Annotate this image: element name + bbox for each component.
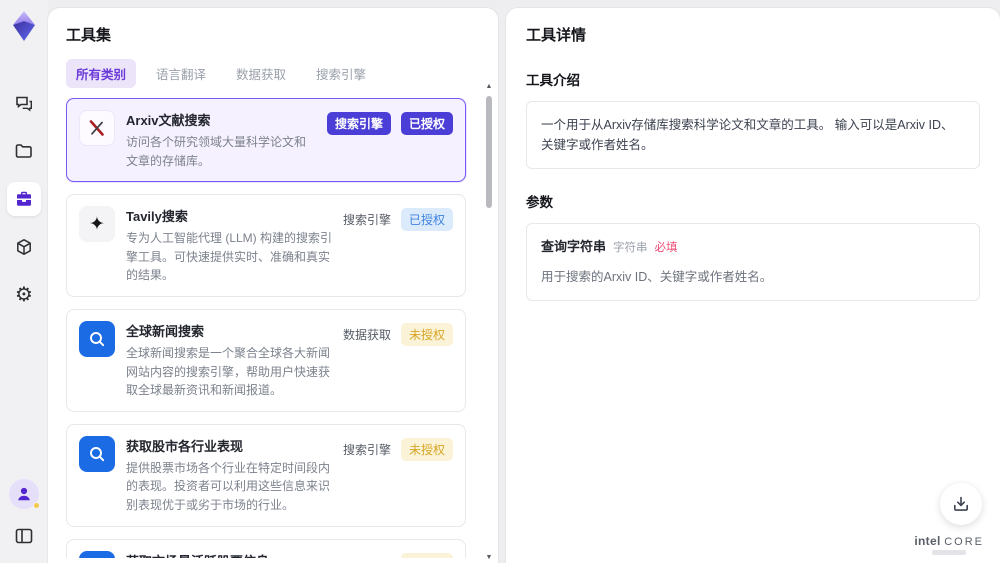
user-avatar[interactable] (9, 479, 40, 509)
category-label: 数据获取 (342, 327, 391, 342)
tool-desc: 提供股票市场各个行业在特定时间段内的表现。投资者可以利用这些信息来识别表现优于或… (126, 460, 331, 512)
tab-search-engine[interactable]: 搜索引擎 (306, 59, 376, 88)
category-badge: 搜索引擎 (326, 112, 391, 135)
download-button[interactable] (940, 483, 982, 525)
cube-icon (14, 237, 34, 257)
sidebar-item-tools[interactable] (7, 182, 41, 216)
scroll-up-arrow[interactable]: ▲ (484, 82, 494, 92)
tab-all-categories[interactable]: 所有类别 (66, 59, 137, 88)
tool-list: Arxiv文献搜索 访问各个研究领域大量科学论文和文章的存储库。 搜索引擎 已授… (66, 98, 480, 558)
tool-collection-panel: 工具集 所有类别 语言翻译 数据获取 搜索引擎 Arxiv文献搜索 访问各个研究… (48, 8, 498, 563)
left-rail: ⚙ (0, 0, 48, 563)
auth-badge: 未授权 (400, 437, 453, 461)
param-name: 查询字符串 (541, 239, 607, 254)
intro-box: 一个用于从Arxiv存储库搜索科学论文和文章的工具。 输入可以是Arxiv ID… (526, 101, 980, 169)
scroll-down-arrow[interactable]: ▼ (484, 553, 494, 563)
params-heading: 参数 (526, 195, 553, 210)
chat-icon (14, 93, 34, 113)
scrollbar-thumb[interactable] (486, 96, 492, 208)
tool-name: 获取市场最活跃股票信息 (126, 551, 333, 558)
toolbox-icon (14, 189, 34, 209)
tool-details-panel: 工具详情 工具介绍 一个用于从Arxiv存储库搜索科学论文和文章的工具。 输入可… (506, 8, 1000, 563)
tool-item-arxiv[interactable]: Arxiv文献搜索 访问各个研究领域大量科学论文和文章的存储库。 搜索引擎 已授… (66, 98, 466, 183)
tavily-star-icon: ✦ (79, 206, 115, 243)
auth-badge: 已授权 (400, 112, 453, 135)
category-label: 搜索引擎 (342, 213, 391, 228)
tab-data-fetch[interactable]: 数据获取 (226, 59, 296, 88)
param-required-badge: 必填 (654, 242, 678, 254)
folder-icon (14, 141, 34, 161)
sidebar-item-settings[interactable]: ⚙ (7, 278, 41, 312)
tool-name: 获取股市各行业表现 (126, 438, 244, 454)
intel-badge-accent (932, 550, 967, 555)
auth-badge: 未授权 (400, 322, 453, 346)
collapse-sidebar-button[interactable] (11, 523, 37, 549)
sidebar-item-files[interactable] (7, 134, 41, 168)
category-tabs: 所有类别 语言翻译 数据获取 搜索引擎 (66, 59, 480, 88)
list-scrollbar[interactable]: ▲ ▼ (484, 82, 494, 563)
stock-search-icon (79, 435, 115, 472)
tool-name: 全球新闻搜索 (126, 323, 205, 339)
tool-name: Arxiv文献搜索 (126, 113, 211, 128)
details-title: 工具详情 (526, 27, 587, 44)
param-card: 查询字符串 字符串 必填 用于搜索的Arxiv ID、关键字或作者姓名。 (526, 223, 980, 301)
auth-badge: 未授权 (400, 552, 453, 558)
tool-desc: 全球新闻搜索是一个聚合全球各大新闻网站内容的搜索引擎，帮助用户快速获取全球最新资… (126, 345, 331, 398)
download-icon (952, 495, 970, 513)
app-logo (9, 10, 39, 42)
gear-icon: ⚙ (15, 284, 33, 306)
tool-item-tavily[interactable]: ✦ Tavily搜索 专为人工智能代理 (LLM) 构建的搜索引擎工具。可快速提… (66, 194, 466, 297)
news-search-icon (79, 320, 115, 357)
tool-item-sector-performance[interactable]: 获取股市各行业表现 提供股票市场各个行业在特定时间段内的表现。投资者可以利用这些… (66, 423, 466, 527)
param-type: 字符串 (613, 242, 648, 254)
sidebar-item-chat[interactable] (7, 86, 41, 120)
tool-desc: 访问各个研究领域大量科学论文和文章的存储库。 (126, 135, 307, 168)
tool-desc: 专为人工智能代理 (LLM) 构建的搜索引擎工具。可快速提供实时、准确和真实的结… (126, 231, 333, 283)
category-label: 搜索引擎 (343, 556, 391, 559)
intel-core-logo: intel core (914, 534, 984, 555)
core-wordmark: core (944, 536, 984, 548)
stock-search-icon (79, 550, 115, 558)
sidebar-item-models[interactable] (7, 230, 41, 264)
user-icon (18, 487, 30, 501)
tool-item-global-news[interactable]: 全球新闻搜索 全球新闻搜索是一个聚合全球各大新闻网站内容的搜索引擎，帮助用户快速… (66, 308, 466, 412)
auth-badge: 已授权 (400, 208, 453, 232)
arxiv-logo-icon (79, 110, 115, 146)
param-desc: 用于搜索的Arxiv ID、关键字或作者姓名。 (541, 269, 773, 284)
intel-wordmark: intel (914, 534, 941, 548)
status-dot (33, 502, 40, 509)
page-title: 工具集 (66, 27, 112, 44)
tool-name: Tavily搜索 (126, 209, 188, 225)
panel-collapse-icon (15, 528, 33, 544)
tool-item-most-active-stocks[interactable]: 获取市场最活跃股票信息 提供当天交易量最高的股票列表，投资者可以利用这些信息来识… (66, 538, 466, 559)
intro-heading: 工具介绍 (526, 73, 580, 88)
tab-language-translation[interactable]: 语言翻译 (146, 59, 216, 88)
category-label: 搜索引擎 (342, 442, 391, 457)
intro-text: 一个用于从Arxiv存储库搜索科学论文和文章的工具。 输入可以是Arxiv ID… (541, 118, 954, 152)
